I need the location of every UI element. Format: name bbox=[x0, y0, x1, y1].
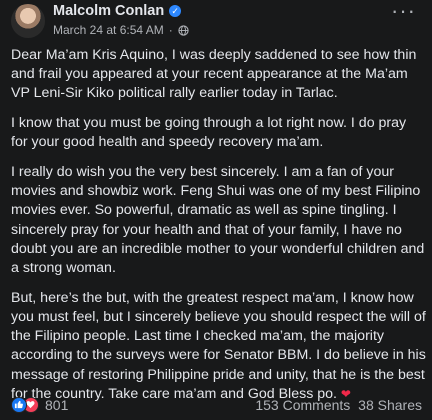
comments-count[interactable]: 153 Comments bbox=[255, 397, 350, 413]
reaction-count: 801 bbox=[45, 397, 69, 413]
post-date[interactable]: March 24 at 6:54 AM bbox=[53, 23, 164, 37]
more-options-icon[interactable]: ··· bbox=[391, 0, 416, 22]
post-paragraph: I know that you must be going through a … bbox=[11, 115, 407, 151]
post-paragraph: But, here’s the but, with the greatest r… bbox=[11, 289, 426, 402]
author-row: Malcolm Conlan ✓ bbox=[53, 3, 182, 19]
meta-separator: · bbox=[168, 23, 173, 37]
author-avatar[interactable] bbox=[11, 4, 45, 38]
like-icon bbox=[11, 397, 27, 413]
globe-icon bbox=[178, 24, 189, 36]
author-name[interactable]: Malcolm Conlan bbox=[53, 3, 164, 19]
post-body: Dear Ma’am Kris Aquino, I was deeply sad… bbox=[11, 46, 426, 414]
post-paragraph-last: But, here’s the but, with the greatest r… bbox=[11, 289, 426, 404]
reactions-summary[interactable]: 801 bbox=[11, 397, 68, 413]
shares-count[interactable]: 38 Shares bbox=[358, 397, 422, 413]
post-stats: 153 Comments 38 Shares bbox=[255, 397, 422, 413]
post-paragraph: Dear Ma’am Kris Aquino, I was deeply sad… bbox=[11, 47, 417, 102]
post-meta: March 24 at 6:54 AM · bbox=[53, 23, 189, 37]
facebook-post: Malcolm Conlan ✓ March 24 at 6:54 AM · ·… bbox=[0, 0, 432, 420]
post-paragraph: I really do wish you the very best since… bbox=[11, 164, 425, 277]
verified-badge-icon: ✓ bbox=[169, 5, 182, 17]
